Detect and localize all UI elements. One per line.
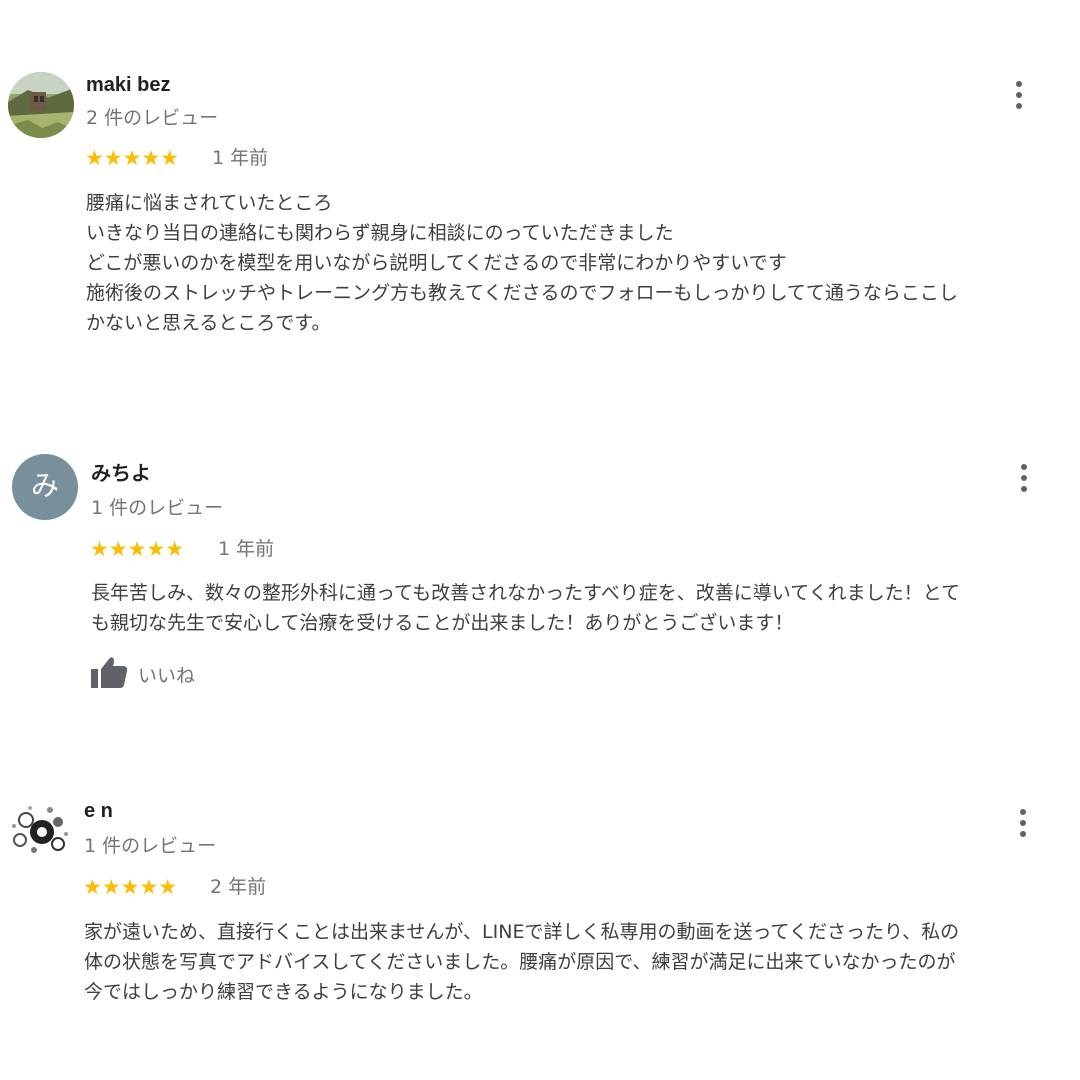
review-text-line: 今ではしっかり練習できるようになりました。 (84, 981, 483, 1003)
review-count[interactable]: 1 件のレビュー (84, 831, 216, 858)
flower-illustration-icon (6, 798, 72, 864)
reviewer-name[interactable]: e n (84, 800, 113, 823)
review-text: 家が遠いため、直接行くことは出来ませんが、LINEで詳しく私専用の動画を送ってく… (84, 917, 1074, 1007)
more-options-icon[interactable] (1013, 809, 1033, 839)
review-age: 2 年前 (210, 876, 267, 898)
reviewer-avatar[interactable] (6, 798, 72, 864)
review-text-line: 体の状態を写真でアドバイスしてくださいました。腰痛が原因で、練習が満足に出来てい… (84, 951, 956, 973)
review-card: e n 1 件のレビュー ★★★★★ 2 年前 家が遠いため、直接行くことは出来… (0, 0, 1080, 1080)
star-rating: ★★★★★ (83, 875, 178, 899)
review-text-line: 家が遠いため、直接行くことは出来ませんが、LINEで詳しく私専用の動画を送ってく… (84, 921, 960, 943)
